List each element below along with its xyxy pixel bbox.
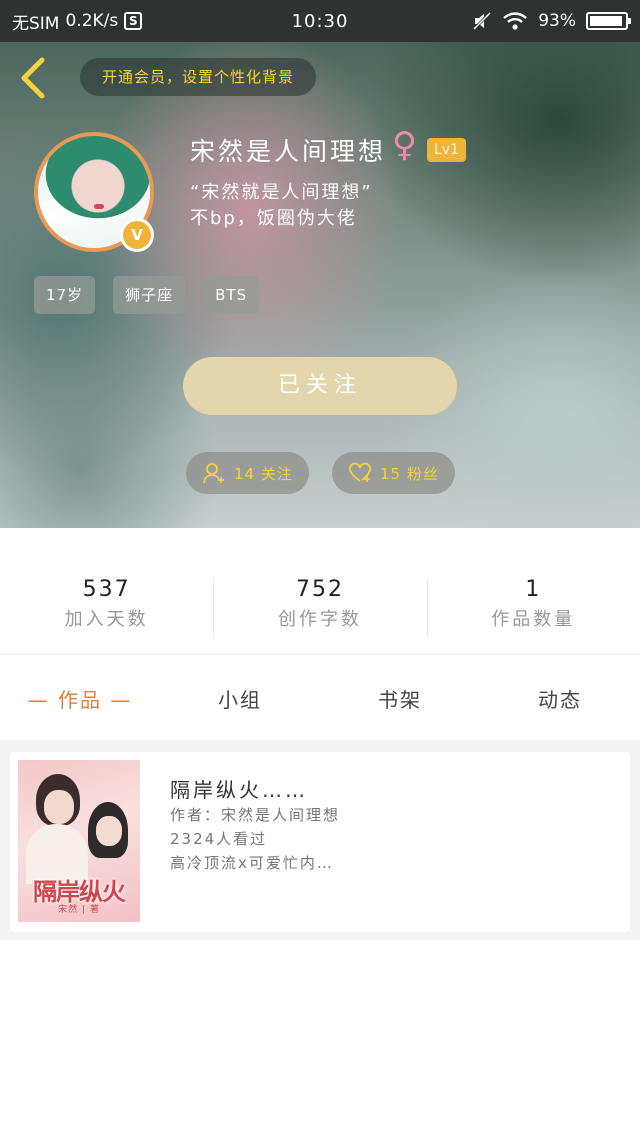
add-user-icon [203, 463, 224, 484]
stat-value: 752 [295, 577, 344, 602]
work-views: 2324人看过 [170, 830, 268, 848]
stat-label: 创作字数 [277, 609, 362, 630]
status-bar: 无SIM 0.2K/s S 10:30 93% [0, 0, 640, 42]
clock: 10:30 [291, 10, 349, 32]
stat-label: 加入天数 [64, 609, 149, 630]
stat-value: 537 [82, 577, 131, 602]
heart-plus-icon [349, 462, 371, 482]
work-description: 高冷顶流x可爱忙内… [170, 854, 334, 872]
divider [0, 654, 640, 655]
vip-background-prompt[interactable]: 开通会员，设置个性化背景 [80, 58, 317, 96]
book-cover: 隔岸纵火 宋然 | 著 [18, 760, 140, 922]
tab-activity[interactable]: 动态 [480, 684, 640, 713]
tab-groups[interactable]: 小组 [160, 684, 320, 713]
stats-row: 537 加入天数 752 创作字数 1 作品数量 [0, 575, 640, 641]
verified-badge-icon: V [120, 218, 154, 252]
followed-button[interactable]: 已关注 [183, 357, 457, 415]
signature-line: “宋然就是人间理想” [190, 182, 373, 203]
profile-tags: 17岁 狮子座 BTS [34, 276, 260, 314]
signature-line: 不bp，饭圈伪大佬 [190, 208, 357, 229]
level-badge: Lv1 [427, 138, 466, 162]
tag-zodiac: 狮子座 [113, 276, 186, 314]
fans-button[interactable]: 15 粉丝 [332, 452, 455, 494]
work-author: 作者：宋然是人间理想 [170, 806, 341, 824]
stat-value: 1 [525, 577, 542, 602]
tag-interest: BTS [203, 276, 260, 314]
work-title: 隔岸纵火…… [170, 778, 308, 802]
female-gender-icon: ♀ [392, 125, 417, 165]
avatar[interactable]: V [34, 132, 154, 252]
stat-join-days: 537 加入天数 [0, 575, 213, 641]
stat-works-count: 1 作品数量 [426, 575, 640, 641]
nickname: 宋然是人间理想 [190, 137, 387, 166]
cover-subtitle: 宋然 | 著 [58, 905, 100, 915]
work-card[interactable]: 隔岸纵火 宋然 | 著 隔岸纵火…… 作者：宋然是人间理想 2324人看过 高冷… [10, 752, 630, 932]
tag-age: 17岁 [34, 276, 96, 314]
tab-works[interactable]: — 作品 — [0, 684, 160, 713]
profile-header: 无SIM 0.2K/s S 10:30 93% 开通会员，设置个性化背景 V 宋… [0, 0, 640, 528]
following-button[interactable]: 14 关注 [186, 452, 309, 494]
battery-icon [586, 12, 631, 30]
profile-tabs: — 作品 — 小组 书架 动态 [0, 672, 640, 724]
stat-word-count: 752 创作字数 [213, 575, 426, 641]
signature: “宋然就是人间理想” 不bp，饭圈伪大佬 [190, 180, 373, 232]
tab-bookshelf[interactable]: 书架 [320, 684, 480, 713]
back-arrow-icon[interactable] [16, 56, 50, 100]
stat-label: 作品数量 [491, 609, 576, 630]
following-count: 14 关注 [234, 464, 293, 483]
fans-count: 15 粉丝 [380, 464, 439, 483]
